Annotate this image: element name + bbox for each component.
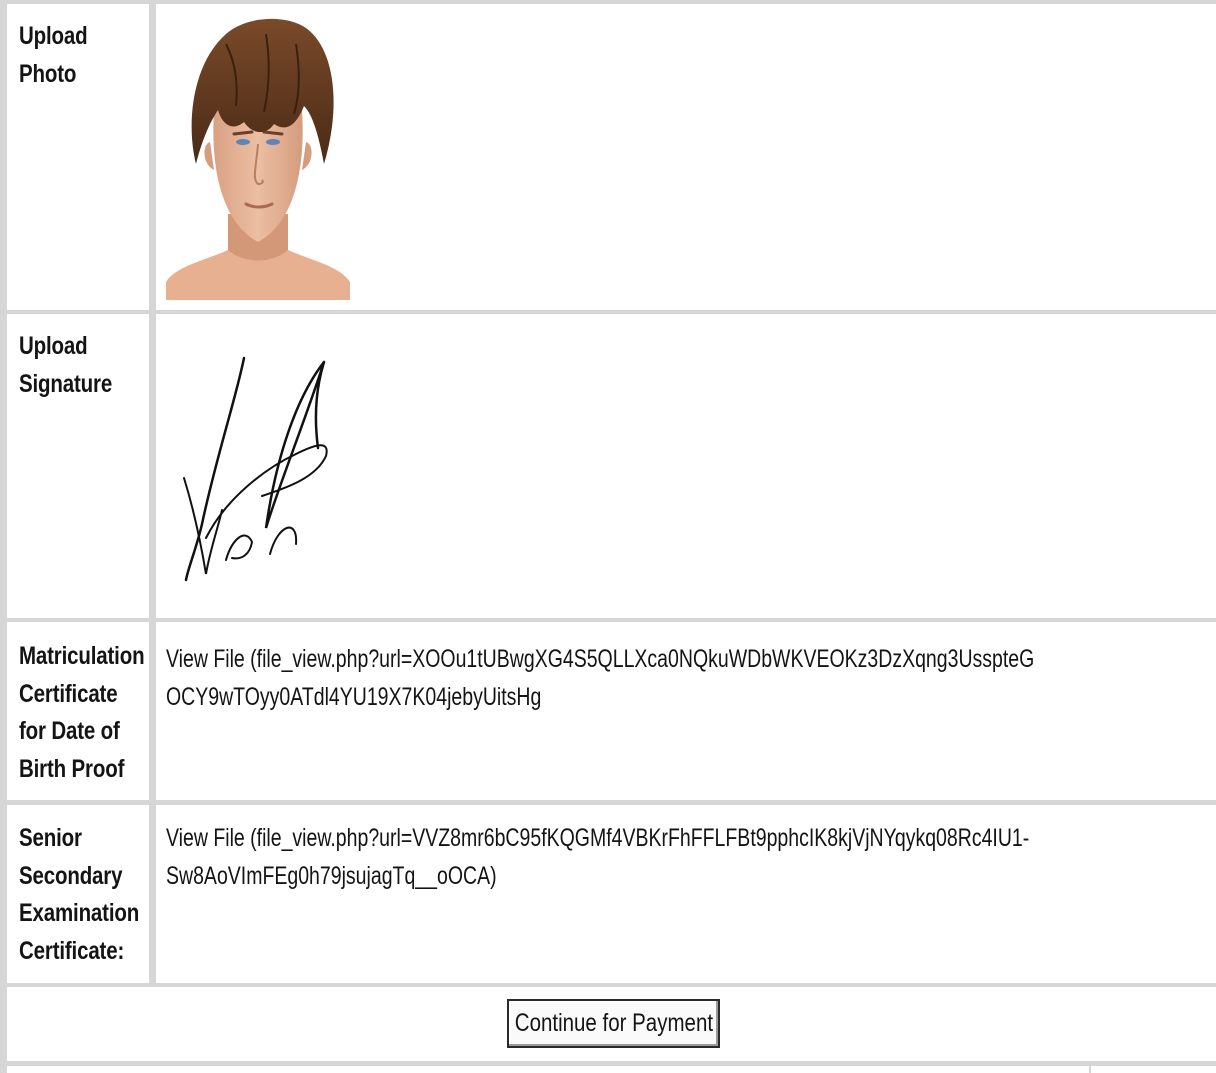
upload-signature-label: Upload Signature <box>19 332 113 398</box>
column-divider <box>1089 0 1091 4</box>
upload-details-table: Upload Photo Upload Signature Matriculat… <box>0 0 1216 1073</box>
column-divider <box>149 0 156 987</box>
upload-photo-label: Upload Photo <box>19 22 88 88</box>
senior-secondary-file-link[interactable]: View File (file_view.php?url=VVZ8mr6bC95… <box>166 819 1032 895</box>
matriculation-certificate-label: Matriculation Certificate for Date of Bi… <box>19 642 145 783</box>
row-divider <box>0 1061 1216 1066</box>
uploaded-photo <box>166 18 350 300</box>
continue-for-payment-button[interactable]: Continue for Payment <box>507 999 720 1048</box>
row-divider <box>0 800 1216 805</box>
row-divider <box>0 310 1216 314</box>
matriculation-file-link[interactable]: View File (file_view.php?url=XOOu1tUBwgX… <box>166 640 1040 716</box>
uploaded-signature <box>166 328 350 608</box>
senior-secondary-certificate-label: Senior Secondary Examination Certificate… <box>19 824 140 965</box>
column-divider <box>0 0 7 1073</box>
row-divider <box>0 983 1216 987</box>
column-divider <box>1089 1066 1091 1073</box>
row-divider <box>0 618 1216 622</box>
row-divider <box>0 0 1216 4</box>
continue-for-payment-label: Continue for Payment <box>514 1009 713 1037</box>
